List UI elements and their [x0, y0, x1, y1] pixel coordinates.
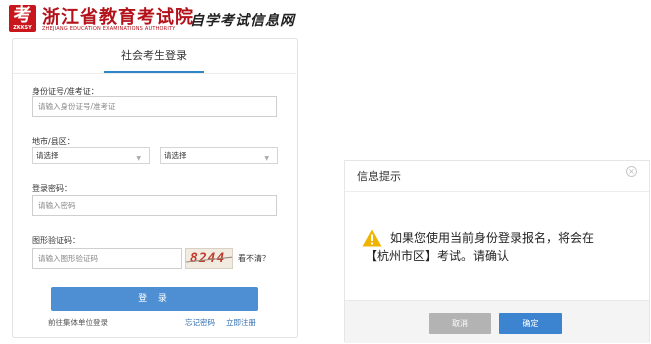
site-title-en: ZHEJIANG EDUCATION EXAMINATIONS AUTHORIT… — [42, 26, 176, 32]
register-link[interactable]: 立即注册 — [226, 317, 256, 328]
site-logo-icon: 考 ZKKSY — [9, 5, 36, 32]
refresh-captcha-link[interactable]: 看不清？ — [238, 253, 270, 264]
id-input[interactable]: 请输入身份证号/准考证 — [32, 96, 277, 117]
dialog-message-line2: 【杭州市区】考试。请确认 — [365, 249, 510, 263]
captcha-label: 图形验证码： — [32, 236, 80, 245]
tab-social-candidate-login[interactable]: 社会考生登录 — [108, 47, 200, 63]
close-icon[interactable]: × — [626, 166, 637, 177]
chevron-down-icon: ▼ — [136, 155, 141, 162]
district-select-value: 请选择 — [164, 151, 187, 160]
chevron-down-icon: ▼ — [264, 155, 269, 162]
logo-mark-sub: ZKKSY — [13, 25, 32, 31]
city-select[interactable]: 请选择 ▼ — [32, 147, 150, 164]
captcha-image[interactable]: 8244 — [185, 248, 233, 269]
forgot-password-link[interactable]: 忘记密码 — [185, 317, 215, 328]
tab-divider — [13, 73, 296, 74]
password-input[interactable]: 请输入密码 — [32, 195, 277, 216]
dialog-footer — [345, 300, 649, 343]
region-label: 地市/县区： — [32, 137, 75, 146]
cancel-button[interactable]: 取消 — [429, 313, 491, 334]
warning-icon — [362, 229, 382, 247]
site-slogan: 自学考试信息网 — [190, 13, 295, 29]
captcha-input[interactable]: 请输入图形验证码 — [32, 248, 182, 269]
logo-mark-text: 考 — [13, 5, 32, 26]
group-login-link[interactable]: 前往集体单位登录 — [48, 317, 108, 328]
password-label: 登录密码： — [32, 184, 72, 193]
dialog-title: 信息提示 — [357, 170, 401, 183]
city-select-value: 请选择 — [36, 151, 59, 160]
login-button[interactable]: 登 录 — [51, 287, 258, 311]
confirm-button[interactable]: 确定 — [499, 313, 562, 334]
district-select[interactable]: 请选择 ▼ — [160, 147, 278, 164]
dialog-divider — [345, 191, 649, 192]
dialog-message-line1: 如果您使用当前身份登录报名，将会在 — [390, 231, 595, 245]
